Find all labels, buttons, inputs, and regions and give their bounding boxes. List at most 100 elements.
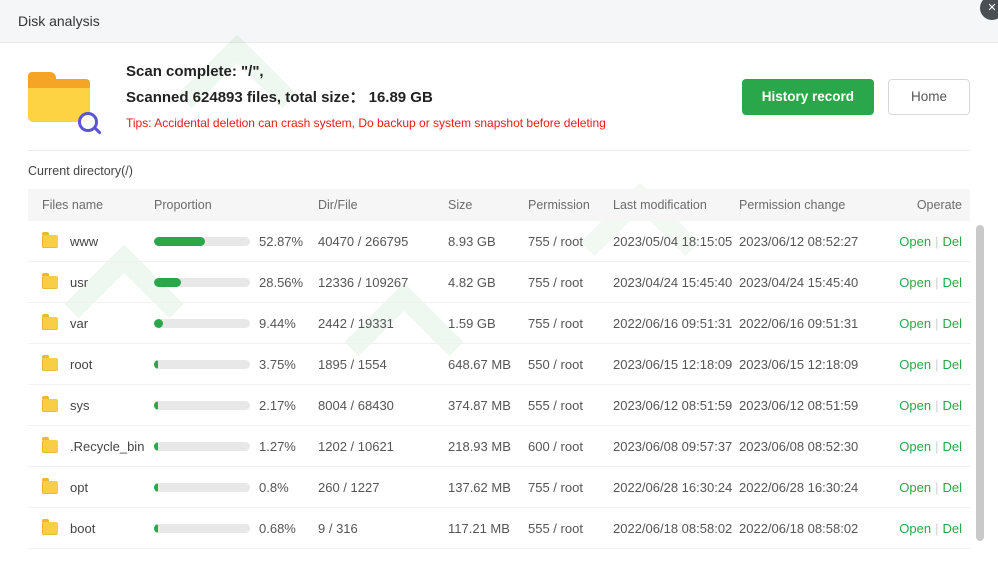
proportion-fill (154, 360, 158, 369)
permission-value: 755 / root (526, 221, 611, 262)
proportion-value: 28.56% (259, 275, 303, 290)
table-row: boot 0.68% 9 / 316 117.21 MB 555 / root … (28, 508, 970, 549)
del-link[interactable]: Del (942, 521, 962, 536)
size-value: 117.21 MB (446, 508, 526, 549)
permission-value: 755 / root (526, 303, 611, 344)
permission-change-value: 2022/06/18 08:58:02 (737, 508, 861, 549)
last-modification-value: 2023/04/24 15:45:40 (611, 262, 737, 303)
header-buttons: History record Home (742, 79, 970, 115)
last-modification-value: 2022/06/28 16:30:24 (611, 467, 737, 508)
dir-file-count: 2442 / 19331 (316, 303, 446, 344)
table-body: www 52.87% 40470 / 266795 8.93 GB 755 / … (28, 221, 970, 549)
permission-change-value: 2023/06/15 12:18:09 (737, 344, 861, 385)
permission-value: 555 / root (526, 385, 611, 426)
open-link[interactable]: Open (899, 316, 931, 331)
proportion-value: 2.17% (259, 398, 296, 413)
file-name: www (70, 234, 98, 249)
action-separator: | (935, 480, 938, 495)
dir-file-count: 1202 / 10621 (316, 426, 446, 467)
size-value: 8.93 GB (446, 221, 526, 262)
proportion-value: 3.75% (259, 357, 296, 372)
open-link[interactable]: Open (899, 234, 931, 249)
proportion-fill (154, 442, 158, 451)
permission-change-value: 2023/06/08 08:52:30 (737, 426, 861, 467)
current-directory-label: Current directory(/) (28, 164, 970, 178)
folder-icon (42, 522, 58, 535)
action-separator: | (935, 275, 938, 290)
del-link[interactable]: Del (942, 439, 962, 454)
size-value: 648.67 MB (446, 344, 526, 385)
file-name: sys (70, 398, 90, 413)
folder-icon (42, 358, 58, 371)
table-row: var 9.44% 2442 / 19331 1.59 GB 755 / roo… (28, 303, 970, 344)
dir-file-count: 9 / 316 (316, 508, 446, 549)
proportion-value: 52.87% (259, 234, 303, 249)
proportion-bar (154, 319, 250, 328)
proportion-fill (154, 319, 163, 328)
size-value: 374.87 MB (446, 385, 526, 426)
permission-value: 600 / root (526, 426, 611, 467)
proportion-value: 1.27% (259, 439, 296, 454)
col-permission-change: Permission change (737, 189, 861, 221)
col-proportion: Proportion (152, 189, 316, 221)
permission-change-value: 2023/04/24 15:45:40 (737, 262, 861, 303)
action-separator: | (935, 439, 938, 454)
action-separator: | (935, 316, 938, 331)
open-link[interactable]: Open (899, 521, 931, 536)
table-row: .Recycle_bin 1.27% 1202 / 10621 218.93 M… (28, 426, 970, 467)
proportion-fill (154, 401, 158, 410)
directory-table-wrap: Files name Proportion Dir/File Size Perm… (28, 189, 970, 549)
permission-change-value: 2023/06/12 08:51:59 (737, 385, 861, 426)
open-link[interactable]: Open (899, 480, 931, 495)
open-link[interactable]: Open (899, 398, 931, 413)
open-link[interactable]: Open (899, 439, 931, 454)
size-value: 218.93 MB (446, 426, 526, 467)
del-link[interactable]: Del (942, 398, 962, 413)
scan-complete-text: Scan complete: "/", (126, 63, 722, 80)
home-button[interactable]: Home (888, 79, 970, 115)
last-modification-value: 2022/06/16 09:51:31 (611, 303, 737, 344)
col-dir-file: Dir/File (316, 189, 446, 221)
proportion-value: 0.68% (259, 521, 296, 536)
del-link[interactable]: Del (942, 234, 962, 249)
file-name: .Recycle_bin (70, 439, 144, 454)
table-scrollbar[interactable] (976, 225, 984, 541)
last-modification-value: 2023/05/04 18:15:05 (611, 221, 737, 262)
dir-file-count: 1895 / 1554 (316, 344, 446, 385)
permission-change-value: 2022/06/16 09:51:31 (737, 303, 861, 344)
scan-totals-text: Scanned 624893 files, total size： 16.89 … (126, 86, 722, 107)
last-modification-value: 2022/06/18 08:58:02 (611, 508, 737, 549)
file-name: usr (70, 275, 88, 290)
disk-analysis-window: Disk analysis ✕ Scan complete: "/", Scan… (0, 0, 998, 567)
dir-file-count: 40470 / 266795 (316, 221, 446, 262)
proportion-value: 0.8% (259, 480, 289, 495)
proportion-fill (154, 483, 158, 492)
col-permission: Permission (526, 189, 611, 221)
open-link[interactable]: Open (899, 275, 931, 290)
table-row: sys 2.17% 8004 / 68430 374.87 MB 555 / r… (28, 385, 970, 426)
del-link[interactable]: Del (942, 316, 962, 331)
del-link[interactable]: Del (942, 275, 962, 290)
file-name: var (70, 316, 88, 331)
action-separator: | (935, 521, 938, 536)
proportion-fill (154, 237, 205, 246)
proportion-bar (154, 442, 250, 451)
table-row: opt 0.8% 260 / 1227 137.62 MB 755 / root… (28, 467, 970, 508)
action-separator: | (935, 398, 938, 413)
main-content: Scan complete: "/", Scanned 624893 files… (0, 63, 998, 549)
proportion-bar (154, 237, 250, 246)
directory-table: Files name Proportion Dir/File Size Perm… (28, 189, 970, 549)
size-value: 4.82 GB (446, 262, 526, 303)
del-link[interactable]: Del (942, 480, 962, 495)
folder-icon (42, 276, 58, 289)
del-link[interactable]: Del (942, 357, 962, 372)
folder-icon (42, 481, 58, 494)
folder-icon (42, 399, 58, 412)
proportion-bar (154, 360, 250, 369)
permission-value: 555 / root (526, 508, 611, 549)
history-record-button[interactable]: History record (742, 79, 874, 115)
proportion-bar (154, 401, 250, 410)
table-row: www 52.87% 40470 / 266795 8.93 GB 755 / … (28, 221, 970, 262)
open-link[interactable]: Open (899, 357, 931, 372)
tips-warning-text: Tips: Accidental deletion can crash syst… (126, 116, 722, 130)
